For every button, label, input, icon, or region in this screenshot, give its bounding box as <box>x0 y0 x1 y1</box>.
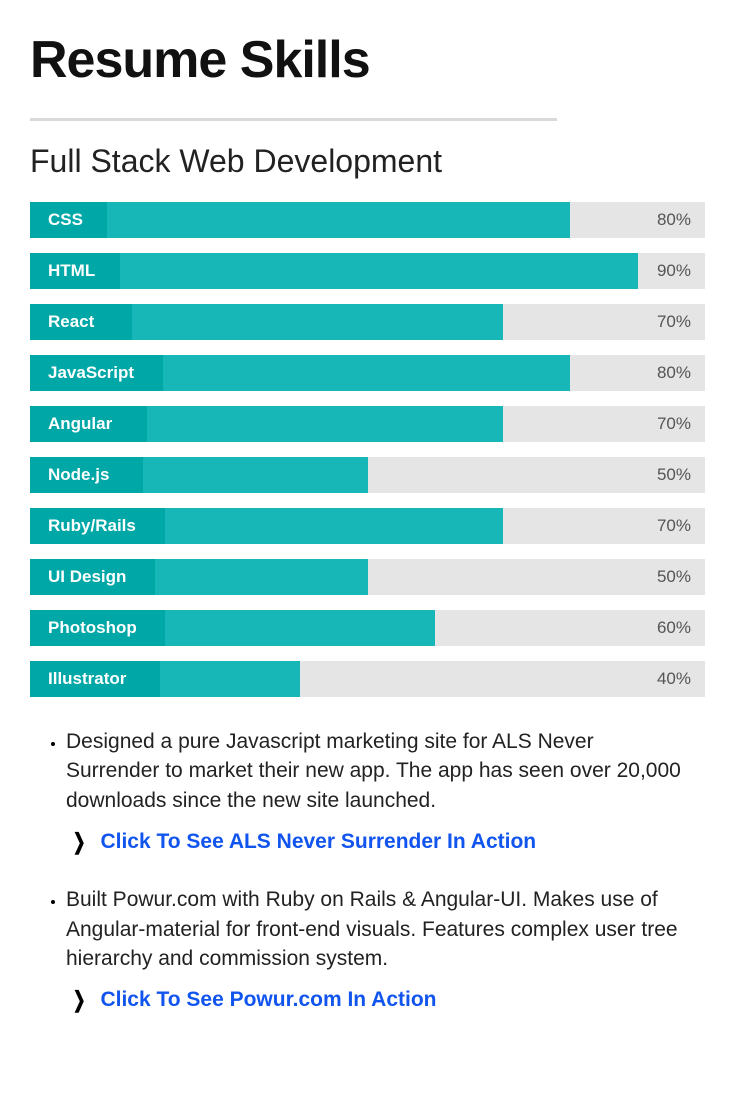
skill-bar: HTML 90% <box>30 253 705 289</box>
skill-percent: 50% <box>657 457 691 493</box>
skill-bar: JavaScript 80% <box>30 355 705 391</box>
skill-label: React <box>30 304 132 340</box>
list-item-text: Designed a pure Javascript marketing sit… <box>66 727 689 815</box>
project-link[interactable]: Click To See Powur.com In Action <box>100 988 436 1012</box>
skill-label: Ruby/Rails <box>30 508 165 544</box>
page-title: Resume Skills <box>30 30 705 90</box>
skill-bar: Node.js 50% <box>30 457 705 493</box>
skill-percent: 70% <box>657 406 691 442</box>
skill-label: Photoshop <box>30 610 165 646</box>
skill-label: CSS <box>30 202 107 238</box>
skill-label: JavaScript <box>30 355 163 391</box>
list-item: Designed a pure Javascript marketing sit… <box>66 727 689 855</box>
skill-percent: 40% <box>657 661 691 697</box>
skill-percent: 70% <box>657 304 691 340</box>
skill-bar: Illustrator 40% <box>30 661 705 697</box>
experience-list: Designed a pure Javascript marketing sit… <box>30 727 705 1013</box>
skill-bar: Photoshop 60% <box>30 610 705 646</box>
divider <box>30 118 557 121</box>
skill-percent: 80% <box>657 355 691 391</box>
skill-bar: Angular 70% <box>30 406 705 442</box>
skill-label: Angular <box>30 406 147 442</box>
skill-label: Illustrator <box>30 661 160 697</box>
chevron-right-icon: ❯ <box>73 987 86 1013</box>
skill-percent: 60% <box>657 610 691 646</box>
project-link[interactable]: Click To See ALS Never Surrender In Acti… <box>100 830 536 854</box>
skill-percent: 80% <box>657 202 691 238</box>
section-subtitle: Full Stack Web Development <box>30 143 705 180</box>
skill-percent: 50% <box>657 559 691 595</box>
skill-bar: React 70% <box>30 304 705 340</box>
skills-chart: CSS 80% HTML 90% React 70% JavaScript 80% Angula… <box>30 202 705 697</box>
chevron-right-icon: ❯ <box>73 829 86 855</box>
skill-bar: CSS 80% <box>30 202 705 238</box>
list-item: Built Powur.com with Ruby on Rails & Ang… <box>66 885 689 1013</box>
list-item-text: Built Powur.com with Ruby on Rails & Ang… <box>66 885 689 973</box>
skill-label: HTML <box>30 253 120 289</box>
skill-label: Node.js <box>30 457 143 493</box>
skill-bar: Ruby/Rails 70% <box>30 508 705 544</box>
skill-percent: 70% <box>657 508 691 544</box>
skill-bar: UI Design 50% <box>30 559 705 595</box>
skill-label: UI Design <box>30 559 155 595</box>
skill-percent: 90% <box>657 253 691 289</box>
